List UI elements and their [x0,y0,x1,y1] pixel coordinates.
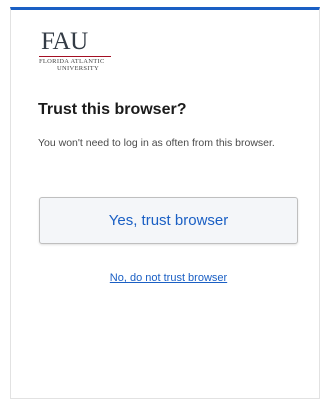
dialog-title: Trust this browser? [38,101,187,118]
logo-wordmark: FAU [41,28,88,55]
dialog-description: You won't need to log in as often from t… [38,137,275,149]
fau-logo: FAU FLORIDA ATLANTIC UNIVERSITY [39,28,119,74]
trust-browser-card: FAU FLORIDA ATLANTIC UNIVERSITY Trust th… [10,7,320,399]
trust-browser-button-label: Yes, trust browser [108,212,229,229]
trust-browser-button[interactable]: Yes, trust browser [39,197,298,244]
logo-divider [39,56,111,57]
do-not-trust-link[interactable]: No, do not trust browser [39,272,298,284]
logo-line-2: UNIVERSITY [57,65,99,72]
